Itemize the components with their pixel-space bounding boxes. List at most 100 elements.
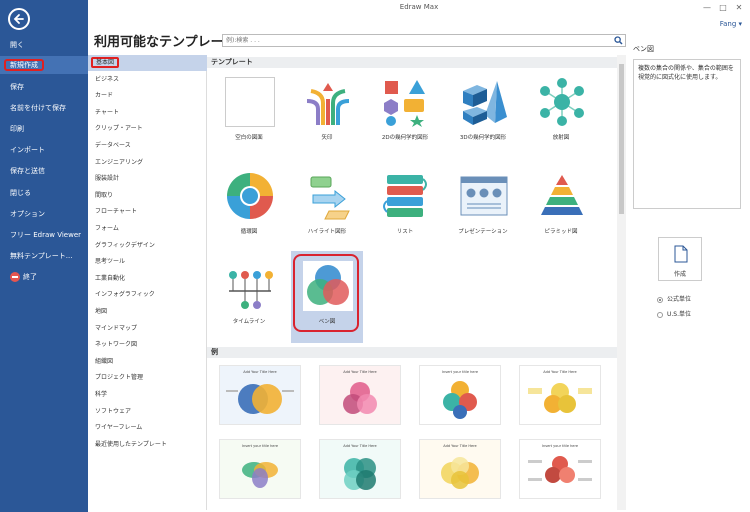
category-list: 基本図 ビジネス カード チャート クリップ・アート データベース エンジニアリ… [88, 55, 207, 510]
category-item[interactable]: ビジネス [88, 72, 207, 88]
example-thumbnail[interactable]: Insert your title here [519, 439, 601, 499]
category-item[interactable]: インフォグラフィック [88, 287, 207, 303]
template-description: 複数の集合の関係や、集合の範囲を視覚的に図式化に使用します。 [633, 59, 741, 209]
highlight-shapes-icon [310, 176, 350, 220]
title-bar: Edraw Max — □ ✕ [88, 0, 750, 18]
category-item[interactable]: 組織図 [88, 354, 207, 370]
template-tile[interactable]: ハイライト図形 [291, 165, 363, 237]
category-item[interactable]: クリップ・アート [88, 121, 207, 137]
template-tile-selected[interactable]: ベン図 [291, 251, 363, 343]
category-item[interactable]: 間取り [88, 188, 207, 204]
timeline-icon [229, 271, 273, 309]
template-tile[interactable]: プレゼンテーション [447, 165, 519, 237]
category-item[interactable]: グラフィックデザイン [88, 238, 207, 254]
template-tile[interactable]: タイムライン [213, 255, 285, 327]
sidebar-item-close[interactable]: 閉じる [0, 184, 88, 202]
template-tile[interactable]: 循環図 [213, 165, 285, 237]
sidebar-item-viewer[interactable]: フリー Edraw Viewer [0, 226, 88, 244]
category-item[interactable]: ソフトウェア [88, 404, 207, 420]
sidebar-item-import[interactable]: インポート [0, 141, 88, 159]
category-item[interactable]: フローチャート [88, 204, 207, 220]
close-icon[interactable]: ✕ [732, 2, 746, 14]
pyramid-icon [541, 175, 583, 215]
example-thumbnail[interactable]: Add Your Title Here [419, 439, 501, 499]
list-icon [383, 175, 427, 217]
template-tile[interactable]: 空白の図面 [213, 71, 285, 143]
search-input[interactable] [223, 35, 603, 46]
unit-option-us[interactable]: U.S.単位 [657, 309, 691, 318]
example-preview-icon [242, 462, 278, 488]
search-box [222, 34, 626, 47]
sidebar-item-open[interactable]: 開く [0, 36, 88, 54]
example-thumbnail[interactable]: Add Your Title Here [319, 365, 401, 425]
example-preview-icon [528, 383, 592, 413]
example-thumbnail[interactable]: Add Your Title Here [319, 439, 401, 499]
category-item[interactable]: プロジェクト管理 [88, 370, 207, 386]
category-item[interactable]: マインドマップ [88, 321, 207, 337]
category-item[interactable]: 服装設計 [88, 171, 207, 187]
category-item[interactable]: 工業自動化 [88, 271, 207, 287]
example-thumbnail[interactable]: Insert your title here [219, 439, 301, 499]
maximize-icon[interactable]: □ [716, 2, 730, 14]
example-thumbnail[interactable]: Add Your Title Here [219, 365, 301, 425]
presentation-icon [460, 176, 508, 216]
example-thumbnail[interactable]: Add Your Title Here [519, 365, 601, 425]
example-preview-icon [441, 457, 479, 489]
unit-option-metric[interactable]: 公式単位 [657, 294, 691, 303]
radio-icon [657, 311, 663, 318]
template-tile[interactable]: 2Dの幾何学的図形 [369, 71, 441, 143]
sidebar-item-save-as[interactable]: 名前を付けて保存 [0, 99, 88, 117]
category-item[interactable]: データベース [88, 138, 207, 154]
example-preview-icon [528, 456, 592, 483]
category-item[interactable]: フォーム [88, 221, 207, 237]
create-button[interactable]: 作成 [658, 237, 702, 281]
arrows-icon [306, 83, 350, 125]
template-tile[interactable]: 3Dの幾何学的図形 [447, 71, 519, 143]
back-arrow-icon[interactable] [8, 8, 30, 30]
sidebar-item-save-send[interactable]: 保存と送信 [0, 162, 88, 180]
example-thumbnail[interactable]: Insert your title here [419, 365, 501, 425]
backstage-sidebar: 開く 新規作成 保存 名前を付けて保存 印刷 インポート 保存と送信 閉じる オ… [0, 0, 88, 512]
category-item[interactable]: 地図 [88, 304, 207, 320]
category-item[interactable]: 思考ツール [88, 254, 207, 270]
user-menu[interactable]: Fang ▾ [720, 20, 742, 28]
template-tile[interactable]: 矢印 [291, 71, 363, 143]
blank-page-icon [225, 77, 275, 127]
exit-icon [10, 272, 20, 282]
scrollbar-thumb[interactable] [619, 64, 624, 214]
category-item[interactable]: 科学 [88, 387, 207, 403]
venn-diagram-icon [303, 261, 353, 311]
sidebar-item-new[interactable]: 新規作成 [0, 56, 88, 74]
sidebar-item-options[interactable]: オプション [0, 205, 88, 223]
category-item[interactable]: カード [88, 88, 207, 104]
page-title: 利用可能なテンプレート [94, 35, 237, 50]
new-document-icon [674, 245, 688, 263]
radial-diagram-icon [540, 78, 584, 126]
examples-section-header: 例 [207, 347, 617, 358]
example-preview-icon [226, 384, 294, 414]
sidebar-item-print[interactable]: 印刷 [0, 120, 88, 138]
sidebar-item-free-templates[interactable]: 無料テンプレート... [0, 247, 88, 265]
template-tile[interactable]: 放射図 [525, 71, 597, 143]
category-item[interactable]: チャート [88, 105, 207, 121]
category-item[interactable]: 最近使用したテンプレート [88, 437, 207, 453]
template-scrollbar[interactable] [617, 55, 626, 510]
search-icon[interactable] [614, 36, 623, 47]
category-item[interactable]: ワイヤーフレーム [88, 420, 207, 436]
sidebar-item-save[interactable]: 保存 [0, 78, 88, 96]
sidebar-item-exit[interactable]: 終了 [0, 268, 88, 286]
example-preview-icon [443, 381, 477, 419]
templates-section-header: テンプレート [207, 57, 617, 68]
category-item[interactable]: エンジニアリング [88, 155, 207, 171]
template-tile[interactable]: ピラミッド図 [525, 165, 597, 237]
geometric-2d-icon [384, 80, 425, 127]
category-item[interactable]: 基本図 [88, 55, 207, 71]
category-item[interactable]: ネットワーク図 [88, 337, 207, 353]
window-title: Edraw Max [399, 3, 439, 11]
radio-selected-icon [657, 296, 663, 303]
geometric-3d-icon [463, 81, 507, 125]
template-tile[interactable]: リスト [369, 165, 441, 237]
cycle-diagram-icon [227, 173, 273, 219]
template-panel: テンプレート 空白の図面 矢印 2Dの幾何学的図形 3Dの幾何学的図形 放射図 … [207, 55, 627, 510]
minimize-icon[interactable]: — [700, 2, 714, 14]
